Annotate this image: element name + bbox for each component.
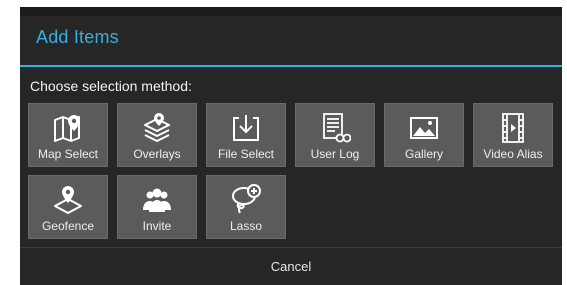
geofence-icon (29, 184, 107, 216)
cancel-button[interactable]: Cancel (20, 248, 562, 285)
lasso-label: Lasso (229, 219, 263, 233)
overlays-button[interactable]: Overlays (117, 103, 197, 167)
video-alias-button[interactable]: Video Alias (473, 103, 553, 167)
lasso-button[interactable]: Lasso (206, 175, 286, 239)
gallery-button[interactable]: Gallery (384, 103, 464, 167)
user-log-button[interactable]: User Log (295, 103, 375, 167)
file-import-icon (207, 112, 285, 144)
overlays-label: Overlays (133, 147, 181, 161)
selection-prompt: Choose selection method: (30, 78, 192, 94)
geofence-label: Geofence (41, 219, 95, 233)
lasso-icon (207, 184, 285, 216)
image-icon (385, 112, 463, 144)
gallery-label: Gallery (404, 147, 443, 161)
add-items-dialog: Add Items Choose selection method: Map S… (20, 7, 562, 285)
file-select-label: File Select (217, 147, 275, 161)
video-alias-label: Video Alias (483, 147, 543, 161)
dialog-title: Add Items (36, 27, 119, 47)
invite-label: Invite (142, 219, 172, 233)
map-select-button[interactable]: Map Select (28, 103, 108, 167)
user-log-label: User Log (310, 147, 360, 161)
people-icon (118, 184, 196, 216)
layers-icon (118, 112, 196, 144)
geofence-button[interactable]: Geofence (28, 175, 108, 239)
selection-method-grid: Map Select Overlays File Select User Log… (28, 103, 562, 241)
log-binoculars-icon (296, 112, 374, 144)
title-divider (20, 65, 562, 67)
map-select-label: Map Select (37, 147, 99, 161)
invite-button[interactable]: Invite (117, 175, 197, 239)
film-icon (474, 112, 552, 144)
map-pin-icon (29, 112, 107, 144)
file-select-button[interactable]: File Select (206, 103, 286, 167)
status-strip (20, 7, 562, 16)
